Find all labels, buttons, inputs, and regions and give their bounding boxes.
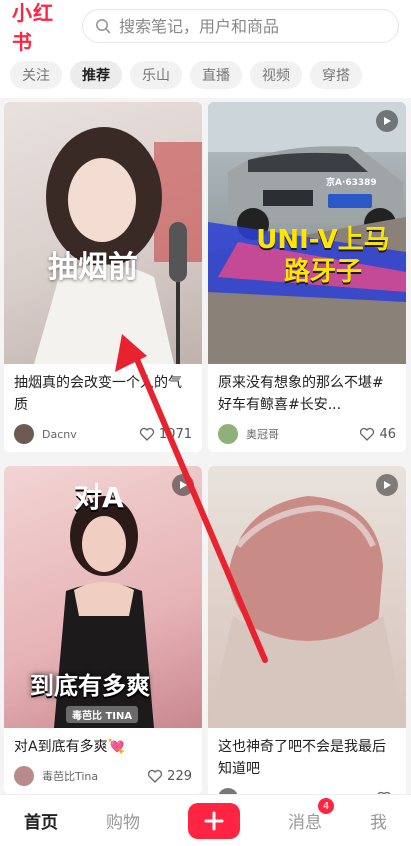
nav-home[interactable]: 首页 bbox=[24, 808, 58, 833]
watermark-label: 毒芭比 TINA bbox=[66, 706, 139, 723]
note-title[interactable]: 原来没有想象的那么不堪#好车有鲸喜#长安... bbox=[208, 364, 406, 416]
note-title[interactable]: 这也神奇了吧不会是我最后知道吧 bbox=[208, 728, 406, 780]
note-meta: 毒芭比Tina 229 bbox=[4, 758, 202, 794]
nav-messages[interactable]: 消息 4 bbox=[288, 798, 334, 833]
nav-shop[interactable]: 购物 bbox=[106, 808, 140, 833]
tab-video[interactable]: 视频 bbox=[250, 61, 302, 89]
post-button[interactable] bbox=[188, 802, 240, 839]
video-indicator bbox=[376, 474, 398, 496]
cover-caption: 抽烟前 bbox=[48, 250, 138, 285]
tab-live[interactable]: 直播 bbox=[190, 61, 242, 89]
search-icon bbox=[96, 19, 111, 34]
plus-icon bbox=[204, 811, 224, 830]
nav-messages-label: 消息 bbox=[288, 813, 322, 833]
play-icon bbox=[384, 117, 391, 125]
author-name[interactable]: 毒芭比Tina bbox=[42, 768, 147, 784]
note-title[interactable]: 对A到底有多爽💘 bbox=[4, 728, 202, 758]
note-cover-image[interactable]: 抽烟前 bbox=[4, 102, 202, 364]
portrait-illustration bbox=[34, 127, 202, 364]
avatar[interactable] bbox=[14, 766, 34, 786]
author-name[interactable]: Dacnv bbox=[42, 428, 139, 441]
note-meta: Dacnv 1071 bbox=[4, 416, 202, 452]
tab-recommend[interactable]: 推荐 bbox=[70, 61, 122, 89]
app-logo[interactable]: 小红书 bbox=[12, 0, 74, 55]
note-cover-image[interactable] bbox=[208, 466, 406, 728]
note-cover-image[interactable]: 京A·63389 UNI-V上马路牙子 bbox=[208, 102, 406, 364]
top-bar: 小红书 bbox=[0, 0, 411, 55]
message-count-badge: 4 bbox=[318, 798, 334, 814]
nav-me[interactable]: 我 bbox=[370, 808, 387, 833]
heart-icon[interactable] bbox=[147, 768, 163, 784]
note-card[interactable]: 京A·63389 UNI-V上马路牙子 原来没有想象的那么不堪#好车有鲸喜#长安… bbox=[208, 102, 406, 452]
like-count: 1071 bbox=[158, 426, 192, 442]
search-bar[interactable] bbox=[82, 9, 399, 43]
heart-icon[interactable] bbox=[139, 426, 155, 442]
tab-follow[interactable]: 关注 bbox=[10, 61, 62, 89]
license-plate-text: 京A·63389 bbox=[326, 178, 377, 188]
like-count: 46 bbox=[379, 426, 396, 442]
note-card[interactable]: 抽烟前 抽烟真的会改变一个人的气质 Dacnv 1071 bbox=[4, 102, 202, 452]
play-icon bbox=[384, 481, 391, 489]
like-count: 229 bbox=[167, 768, 192, 784]
heart-icon[interactable] bbox=[359, 426, 375, 442]
avatar[interactable] bbox=[218, 424, 238, 444]
channel-tabs: 关注 推荐 乐山 直播 视频 穿搭 bbox=[0, 52, 411, 98]
search-input[interactable] bbox=[119, 16, 386, 36]
play-icon bbox=[180, 481, 187, 489]
cover-caption-bottom: 到底有多爽 bbox=[30, 672, 150, 700]
video-indicator bbox=[376, 110, 398, 132]
note-meta: 奥冠哥 46 bbox=[208, 416, 406, 452]
bottom-navigation: 首页 购物 消息 4 我 bbox=[0, 794, 411, 846]
cover-caption-top: 对A bbox=[74, 481, 124, 514]
tab-outfit[interactable]: 穿搭 bbox=[310, 61, 362, 89]
note-title[interactable]: 抽烟真的会改变一个人的气质 bbox=[4, 364, 202, 416]
note-cover-image[interactable]: 对A 到底有多爽 毒芭比 TINA bbox=[4, 466, 202, 728]
video-indicator bbox=[172, 474, 194, 496]
note-card[interactable]: 这也神奇了吧不会是我最后知道吧 bbox=[208, 466, 406, 798]
avatar[interactable] bbox=[14, 424, 34, 444]
tab-leshan[interactable]: 乐山 bbox=[130, 61, 182, 89]
note-card[interactable]: 对A 到底有多爽 毒芭比 TINA 对A到底有多爽💘 毒芭比Tina 229 bbox=[4, 466, 202, 794]
note-feed: 抽烟前 抽烟真的会改变一个人的气质 Dacnv 1071 京A·63389 UN… bbox=[0, 98, 411, 798]
cover-caption: UNI-V上马路牙子 bbox=[256, 225, 390, 287]
author-name[interactable]: 奥冠哥 bbox=[246, 426, 359, 442]
object-illustration bbox=[208, 496, 406, 728]
